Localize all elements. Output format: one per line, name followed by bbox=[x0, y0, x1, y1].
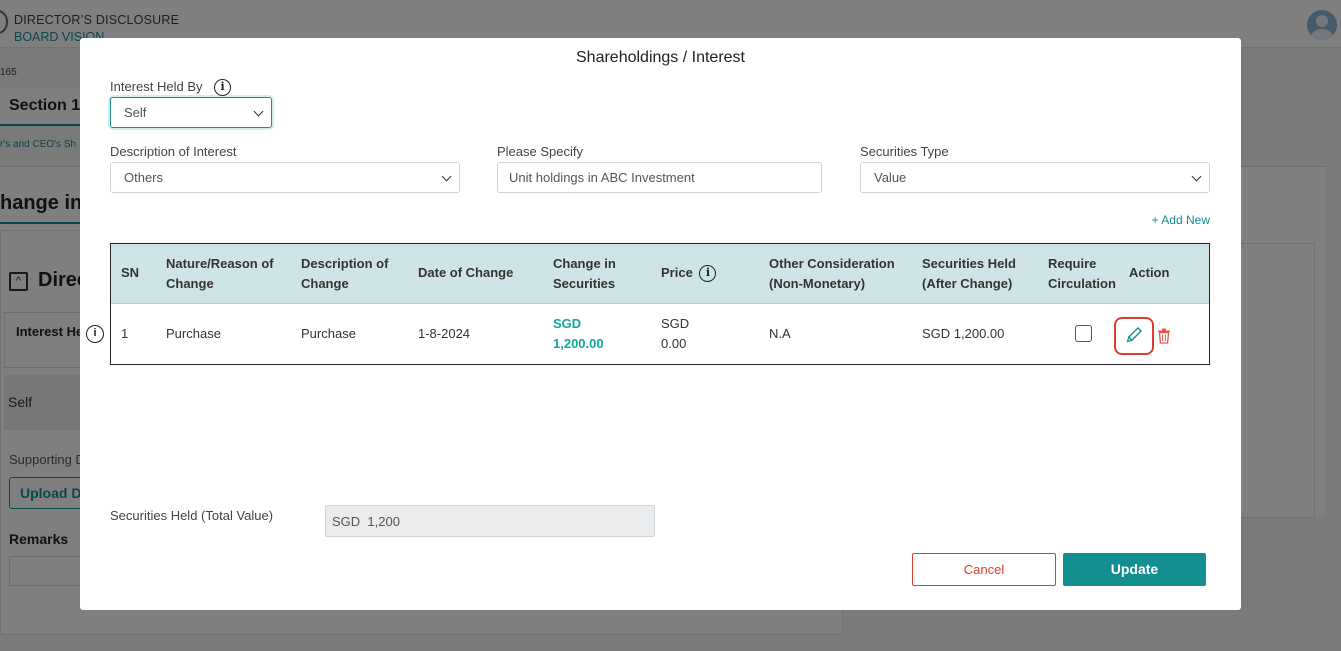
col-held-line2: (After Change) bbox=[922, 276, 1013, 291]
col-sn: SN bbox=[121, 265, 140, 280]
edit-pencil-icon bbox=[1126, 326, 1143, 343]
col-require-line1: Require bbox=[1048, 256, 1097, 271]
cell-price-currency: SGD bbox=[661, 316, 690, 331]
shareholdings-modal: Shareholdings / Interest Interest Held B… bbox=[80, 38, 1241, 610]
col-other: Other Consideration (Non-Monetary) bbox=[769, 254, 895, 294]
col-other-line2: (Non-Monetary) bbox=[769, 276, 866, 291]
cancel-button[interactable]: Cancel bbox=[912, 553, 1056, 586]
chevron-down-icon bbox=[1191, 171, 1202, 182]
col-change-line2: Securities bbox=[553, 276, 616, 291]
add-new-link[interactable]: + Add New bbox=[1152, 213, 1210, 227]
cell-sn: 1 bbox=[121, 326, 129, 341]
total-value-label: Securities Held (Total Value) bbox=[110, 508, 274, 523]
col-held: Securities Held (After Change) bbox=[922, 254, 1016, 294]
col-other-line1: Other Consideration bbox=[769, 256, 895, 271]
trash-icon bbox=[1158, 328, 1170, 344]
col-nature-line2: Change bbox=[166, 276, 214, 291]
chevron-down-icon bbox=[441, 171, 452, 182]
col-nature: Nature/Reason of Change bbox=[166, 254, 274, 294]
info-icon[interactable]: i bbox=[86, 325, 104, 343]
col-price: Price i bbox=[661, 263, 717, 283]
please-specify-label: Please Specify bbox=[497, 144, 583, 159]
cell-price-amount: 0.00 bbox=[661, 336, 687, 351]
please-specify-input[interactable]: Unit holdings in ABC Investment bbox=[497, 162, 822, 193]
securities-type-select[interactable]: Value bbox=[860, 162, 1210, 193]
cell-change-amount: 1,200.00 bbox=[553, 336, 604, 351]
delete-button[interactable] bbox=[1157, 328, 1171, 344]
cell-price: SGD 0.00 bbox=[661, 314, 689, 354]
cell-change: SGD 1,200.00 bbox=[553, 314, 604, 354]
interest-held-by-text: Interest Held By bbox=[110, 79, 203, 94]
cell-other: N.A bbox=[769, 326, 791, 341]
info-icon[interactable]: i bbox=[214, 79, 232, 97]
cell-date: 1-8-2024 bbox=[418, 326, 471, 341]
total-value-field: SGD 1,200 bbox=[325, 505, 655, 537]
require-circulation-checkbox[interactable] bbox=[1075, 325, 1092, 342]
col-price-label: Price bbox=[661, 265, 693, 280]
table-header: SN Nature/Reason of Change Description o… bbox=[111, 244, 1209, 304]
col-description-line1: Description of bbox=[301, 256, 389, 271]
col-change: Change in Securities bbox=[553, 254, 616, 294]
securities-type-value: Value bbox=[874, 170, 907, 185]
info-icon[interactable]: i bbox=[699, 265, 717, 283]
total-value: SGD 1,200 bbox=[332, 514, 400, 529]
description-of-interest-select[interactable]: Others bbox=[110, 162, 460, 193]
col-description-line2: Change bbox=[301, 276, 349, 291]
securities-type-label: Securities Type bbox=[860, 144, 949, 159]
cell-change-currency: SGD bbox=[553, 316, 582, 331]
cell-held: SGD 1,200.00 bbox=[922, 326, 1005, 341]
col-require-circulation: Require Circulation bbox=[1048, 254, 1116, 294]
col-require-line2: Circulation bbox=[1048, 276, 1116, 291]
update-button[interactable]: Update bbox=[1063, 553, 1206, 586]
interest-held-by-value: Self bbox=[124, 105, 147, 120]
col-nature-line1: Nature/Reason of bbox=[166, 256, 274, 271]
cell-nature: Purchase bbox=[166, 326, 221, 341]
chevron-down-icon bbox=[253, 106, 264, 117]
description-of-interest-value: Others bbox=[124, 170, 164, 185]
cell-description: Purchase bbox=[301, 326, 356, 341]
modal-title: Shareholdings / Interest bbox=[576, 49, 745, 66]
col-description: Description of Change bbox=[301, 254, 388, 294]
col-held-line1: Securities Held bbox=[922, 256, 1016, 271]
interest-held-by-select[interactable]: Self bbox=[110, 97, 272, 128]
edit-button[interactable] bbox=[1114, 317, 1154, 355]
shareholdings-table: SN Nature/Reason of Change Description o… bbox=[110, 243, 1210, 365]
please-specify-value: Unit holdings in ABC Investment bbox=[509, 170, 695, 185]
interest-held-by-label: Interest Held By i bbox=[110, 79, 232, 97]
col-date: Date of Change bbox=[418, 265, 514, 280]
description-of-interest-label: Description of Interest bbox=[110, 144, 237, 159]
col-change-line1: Change in bbox=[553, 256, 616, 271]
col-action: Action bbox=[1129, 265, 1170, 280]
